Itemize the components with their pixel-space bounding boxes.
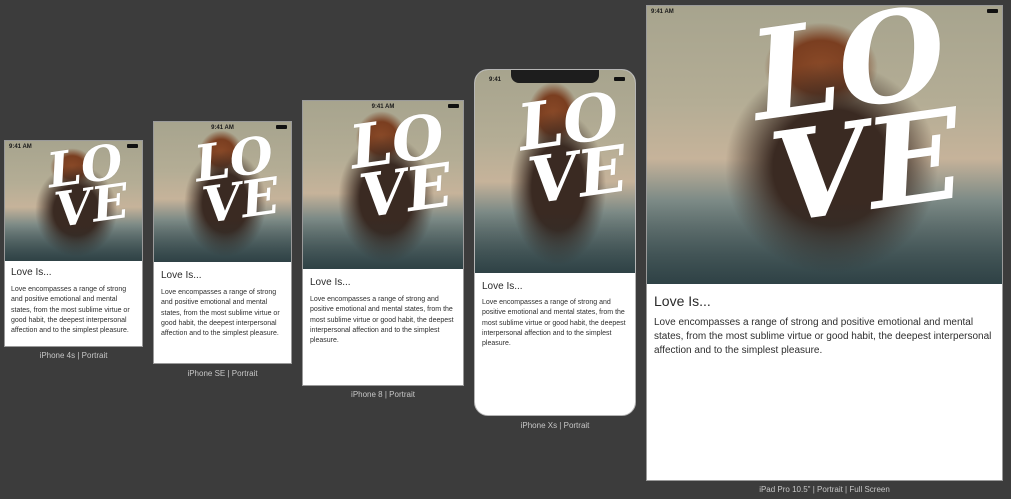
content-heading: Love Is... bbox=[161, 270, 202, 281]
status-time: 9:41 AM bbox=[371, 104, 395, 110]
content-body: Love encompasses a range of strong and p… bbox=[310, 296, 454, 345]
device-preview-ipad-pro[interactable]: 9:41 AM LO VE Love Is... Love encompasse… bbox=[646, 5, 1003, 481]
battery-icon bbox=[276, 125, 287, 129]
device-caption: iPhone Xs | Portrait bbox=[520, 421, 590, 430]
hero-image: 9:41 LO VE bbox=[475, 70, 635, 273]
device-preview-iphone-4s[interactable]: 9:41 AM LO VE Love Is... Love encompasse… bbox=[4, 140, 143, 347]
status-time: 9:41 AM bbox=[211, 125, 234, 131]
status-time: 9:41 AM bbox=[651, 9, 674, 15]
status-time: 9:41 bbox=[489, 77, 502, 83]
hero-image: 9:41 AM LO VE bbox=[154, 122, 291, 262]
content-heading: Love Is... bbox=[310, 277, 351, 288]
love-line-2: VE bbox=[51, 173, 133, 239]
status-bar: 9:41 AM bbox=[647, 6, 1002, 18]
content-body: Love encompasses a range of strong and p… bbox=[482, 299, 626, 348]
battery-icon bbox=[448, 104, 459, 108]
device-notch bbox=[511, 70, 599, 83]
content-heading: Love Is... bbox=[482, 281, 523, 292]
love-line-2: VE bbox=[198, 165, 283, 235]
device-caption: iPhone SE | Portrait bbox=[187, 369, 258, 378]
content-body: Love encompasses a range of strong and p… bbox=[161, 289, 280, 338]
device-caption: iPhone 4s | Portrait bbox=[39, 351, 108, 360]
status-bar: 9:41 AM bbox=[5, 141, 142, 153]
hero-image: 9:41 AM LO VE bbox=[647, 6, 1002, 284]
love-line-2: VE bbox=[355, 150, 457, 233]
battery-icon bbox=[987, 9, 998, 13]
battery-icon bbox=[127, 144, 138, 148]
battery-icon bbox=[614, 77, 625, 81]
content-heading: Love Is... bbox=[11, 267, 52, 278]
device-preview-iphone-xs[interactable]: 9:41 LO VE Love Is... Love encompasses a… bbox=[474, 69, 636, 416]
content-body: Love encompasses a range of strong and p… bbox=[11, 286, 130, 335]
status-bar: 9:41 AM bbox=[303, 101, 463, 113]
device-preview-iphone-se[interactable]: 9:41 AM LO VE Love Is... Love encompasse… bbox=[153, 121, 292, 364]
device-preview-iphone-8[interactable]: 9:41 AM LO VE Love Is... Love encompasse… bbox=[302, 100, 464, 386]
device-caption: iPad Pro 10.5" | Portrait | Full Screen bbox=[759, 485, 890, 494]
hero-image: 9:41 AM LO VE bbox=[303, 101, 463, 269]
content-heading: Love Is... bbox=[654, 293, 711, 309]
love-line-2: VE bbox=[762, 81, 972, 252]
device-caption: iPhone 8 | Portrait bbox=[351, 390, 415, 399]
content-body: Love encompasses a range of strong and p… bbox=[654, 317, 992, 357]
status-bar: 9:41 AM bbox=[154, 122, 291, 134]
status-time: 9:41 AM bbox=[9, 144, 32, 150]
hero-image: 9:41 AM LO VE bbox=[5, 141, 142, 261]
love-line-2: VE bbox=[523, 131, 632, 220]
